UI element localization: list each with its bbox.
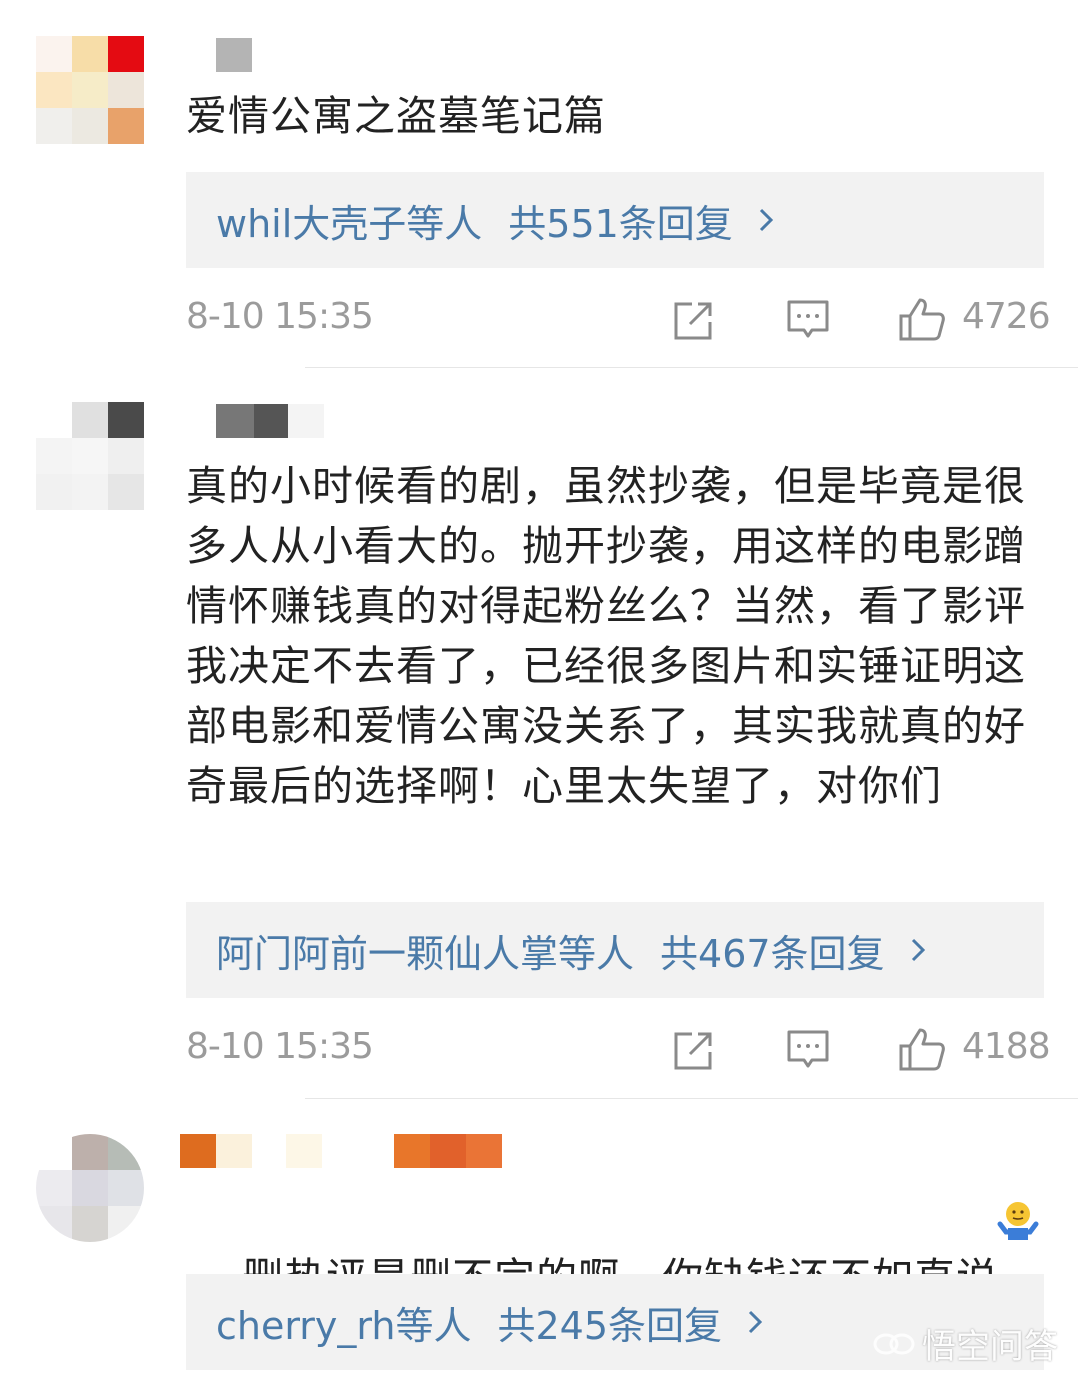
wukong-logo-icon <box>873 1333 915 1354</box>
username[interactable] <box>186 404 324 438</box>
username[interactable] <box>186 38 252 72</box>
reply-names: 阿门阿前一颗仙人掌等人 <box>216 931 635 976</box>
chevron-right-icon <box>911 938 925 962</box>
share-icon[interactable] <box>672 298 716 342</box>
comment-time: 8-10 15:35 <box>186 1026 374 1067</box>
divider <box>305 1098 1078 1099</box>
comment-icon[interactable] <box>786 1028 830 1072</box>
comment-icon[interactable] <box>786 298 830 342</box>
chevron-right-icon <box>759 208 773 232</box>
comment-time: 8-10 15:35 <box>186 296 374 337</box>
avatar[interactable] <box>36 36 144 144</box>
replies-link[interactable]: whil大壳子等人 共551条回复 <box>186 172 1044 268</box>
watermark-text: 悟空问答 <box>922 1327 1058 1367</box>
thumbs-up-icon[interactable] <box>898 296 946 342</box>
comment-text: 真的小时候看的剧，虽然抄袭，但是毕竟是很多人从小看大的。抛开抄袭，用这样的电影蹭… <box>186 462 1026 810</box>
divider <box>305 367 1078 368</box>
avatar[interactable] <box>36 1134 144 1242</box>
like-count: 4188 <box>962 1026 1051 1067</box>
watermark: 悟空问答 <box>872 1319 1058 1368</box>
reply-count: 共245条回复 <box>497 1303 722 1348</box>
chevron-right-icon <box>748 1310 763 1334</box>
like-count: 4726 <box>962 296 1051 337</box>
share-icon[interactable] <box>672 1028 716 1072</box>
thumbs-up-icon[interactable] <box>898 1026 946 1072</box>
shrug-emoji-icon <box>997 1202 1039 1240</box>
reply-count: 共551条回复 <box>508 201 733 246</box>
replies-link[interactable]: 阿门阿前一颗仙人掌等人 共467条回复 <box>186 902 1044 998</box>
avatar[interactable] <box>36 402 144 510</box>
reply-count: 共467条回复 <box>660 931 885 976</box>
reply-names: whil大壳子等人 <box>216 201 483 246</box>
comment-text: 爱情公寓之盗墓笔记篇 <box>186 92 606 140</box>
reply-names: cherry_rh等人 <box>216 1303 472 1348</box>
username[interactable] <box>180 1134 502 1168</box>
